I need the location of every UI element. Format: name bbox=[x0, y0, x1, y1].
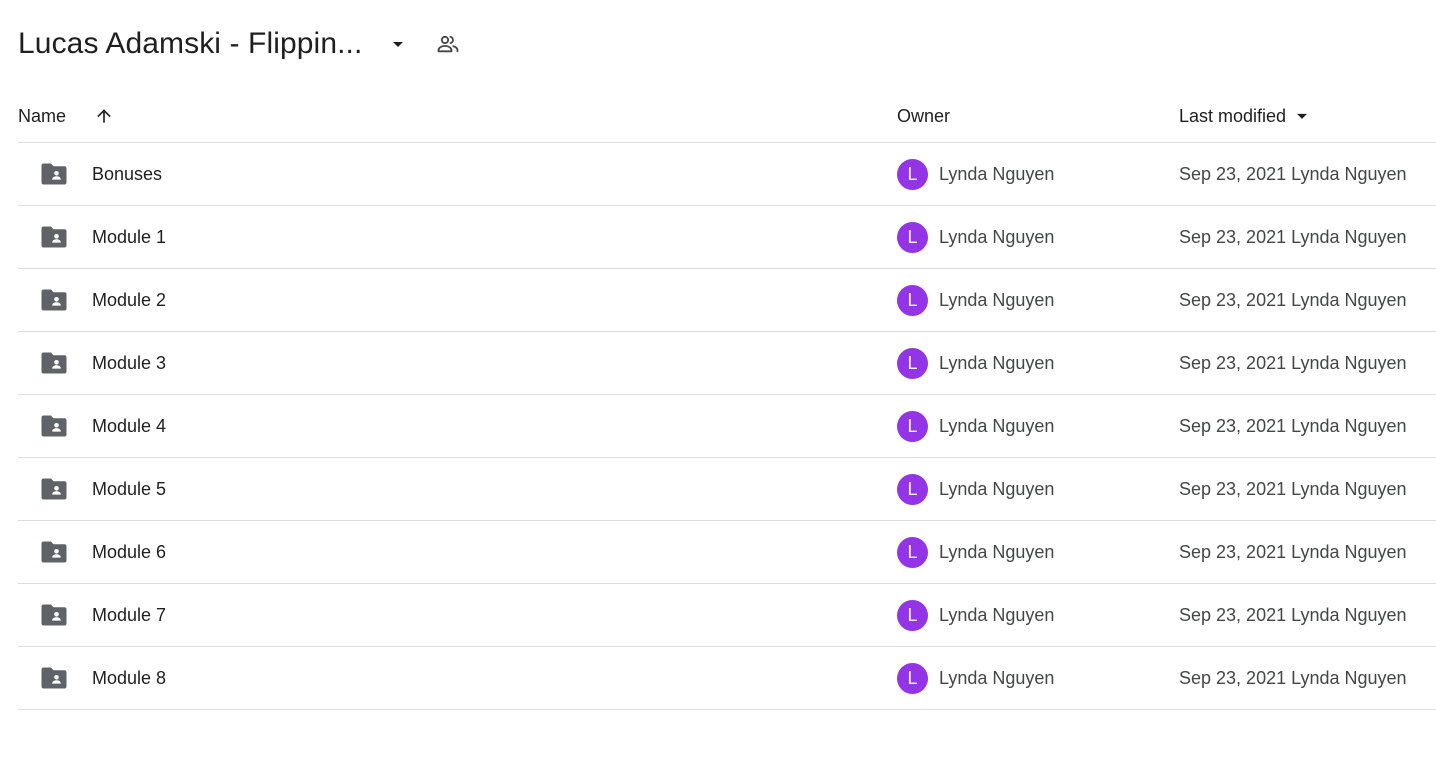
item-name: Bonuses bbox=[92, 163, 163, 184]
column-header-row: Name Owner Last modified bbox=[18, 90, 1436, 143]
modified-cell: Sep 23, 2021 Lynda Nguyen bbox=[1179, 479, 1436, 500]
owner-name: Lynda Nguyen bbox=[939, 289, 1055, 310]
avatar: L bbox=[897, 347, 928, 379]
shared-folder-icon bbox=[40, 666, 68, 690]
owner-name: Lynda Nguyen bbox=[939, 352, 1055, 373]
modified-cell: Sep 23, 2021 Lynda Nguyen bbox=[1179, 353, 1436, 374]
table-row[interactable]: Module 3 L Lynda Nguyen Sep 23, 2021 Lyn… bbox=[18, 332, 1436, 395]
people-icon[interactable] bbox=[428, 24, 468, 64]
avatar: L bbox=[897, 284, 928, 316]
shared-folder-icon bbox=[40, 414, 68, 438]
table-row[interactable]: Module 2 L Lynda Nguyen Sep 23, 2021 Lyn… bbox=[18, 269, 1436, 332]
name-column-header[interactable]: Name bbox=[18, 104, 897, 128]
shared-folder-icon bbox=[40, 603, 68, 627]
name-cell: Module 2 bbox=[18, 288, 897, 312]
shared-folder-icon bbox=[40, 477, 68, 501]
modified-text: Sep 23, 2021 Lynda Nguyen bbox=[1179, 289, 1407, 310]
owner-name: Lynda Nguyen bbox=[939, 541, 1055, 562]
table-row[interactable]: Module 8 L Lynda Nguyen Sep 23, 2021 Lyn… bbox=[18, 647, 1436, 710]
avatar: L bbox=[897, 473, 928, 505]
drive-folder-view: Lucas Adamski - Flippin... Name Owner La… bbox=[0, 0, 1436, 764]
name-column-label: Name bbox=[18, 105, 67, 126]
file-rows: Bonuses L Lynda Nguyen Sep 23, 2021 Lynd… bbox=[18, 143, 1436, 710]
shared-folder-icon bbox=[40, 288, 68, 312]
owner-column-header[interactable]: Owner bbox=[897, 106, 1179, 127]
folder-title[interactable]: Lucas Adamski - Flippin... bbox=[18, 27, 362, 61]
table-row[interactable]: Module 5 L Lynda Nguyen Sep 23, 2021 Lyn… bbox=[18, 458, 1436, 521]
caret-down-icon[interactable] bbox=[1292, 106, 1312, 126]
shared-folder-icon bbox=[40, 351, 68, 375]
modified-text: Sep 23, 2021 Lynda Nguyen bbox=[1179, 415, 1407, 436]
name-cell: Module 4 bbox=[18, 414, 897, 438]
owner-name: Lynda Nguyen bbox=[939, 604, 1055, 625]
last-modified-column-header[interactable]: Last modified bbox=[1179, 106, 1436, 127]
modified-text: Sep 23, 2021 Lynda Nguyen bbox=[1179, 541, 1407, 562]
owner-name: Lynda Nguyen bbox=[939, 163, 1055, 184]
avatar: L bbox=[897, 599, 928, 631]
modified-text: Sep 23, 2021 Lynda Nguyen bbox=[1179, 478, 1407, 499]
file-list: Name Owner Last modified Bonuses L Lynda… bbox=[18, 90, 1436, 710]
table-row[interactable]: Module 6 L Lynda Nguyen Sep 23, 2021 Lyn… bbox=[18, 521, 1436, 584]
owner-cell: L Lynda Nguyen bbox=[897, 284, 1179, 316]
shared-folder-icon bbox=[40, 225, 68, 249]
item-name: Module 7 bbox=[92, 604, 167, 625]
modified-cell: Sep 23, 2021 Lynda Nguyen bbox=[1179, 542, 1436, 563]
modified-cell: Sep 23, 2021 Lynda Nguyen bbox=[1179, 227, 1436, 248]
name-cell: Module 5 bbox=[18, 477, 897, 501]
owner-name: Lynda Nguyen bbox=[939, 667, 1055, 688]
item-name: Module 4 bbox=[92, 415, 167, 436]
table-row[interactable]: Module 7 L Lynda Nguyen Sep 23, 2021 Lyn… bbox=[18, 584, 1436, 647]
owner-cell: L Lynda Nguyen bbox=[897, 536, 1179, 568]
owner-column-label: Owner bbox=[897, 105, 951, 126]
owner-cell: L Lynda Nguyen bbox=[897, 662, 1179, 694]
name-cell: Module 3 bbox=[18, 351, 897, 375]
item-name: Module 8 bbox=[92, 667, 167, 688]
owner-cell: L Lynda Nguyen bbox=[897, 599, 1179, 631]
name-cell: Module 6 bbox=[18, 540, 897, 564]
modified-text: Sep 23, 2021 Lynda Nguyen bbox=[1179, 352, 1407, 373]
modified-text: Sep 23, 2021 Lynda Nguyen bbox=[1179, 604, 1407, 625]
modified-text: Sep 23, 2021 Lynda Nguyen bbox=[1179, 667, 1407, 688]
modified-cell: Sep 23, 2021 Lynda Nguyen bbox=[1179, 605, 1436, 626]
sort-ascending-arrow-icon[interactable] bbox=[92, 104, 116, 128]
modified-cell: Sep 23, 2021 Lynda Nguyen bbox=[1179, 668, 1436, 689]
avatar: L bbox=[897, 221, 928, 253]
owner-cell: L Lynda Nguyen bbox=[897, 221, 1179, 253]
avatar: L bbox=[897, 662, 928, 694]
avatar: L bbox=[897, 410, 928, 442]
item-name: Module 6 bbox=[92, 541, 167, 562]
avatar: L bbox=[897, 158, 928, 190]
item-name: Module 2 bbox=[92, 289, 167, 310]
owner-cell: L Lynda Nguyen bbox=[897, 347, 1179, 379]
name-cell: Module 7 bbox=[18, 603, 897, 627]
modified-cell: Sep 23, 2021 Lynda Nguyen bbox=[1179, 290, 1436, 311]
name-cell: Module 8 bbox=[18, 666, 897, 690]
owner-cell: L Lynda Nguyen bbox=[897, 158, 1179, 190]
modified-text: Sep 23, 2021 Lynda Nguyen bbox=[1179, 163, 1407, 184]
name-cell: Bonuses bbox=[18, 162, 897, 186]
owner-cell: L Lynda Nguyen bbox=[897, 473, 1179, 505]
shared-folder-icon bbox=[40, 540, 68, 564]
avatar: L bbox=[897, 536, 928, 568]
title-bar: Lucas Adamski - Flippin... bbox=[18, 22, 468, 66]
owner-name: Lynda Nguyen bbox=[939, 478, 1055, 499]
table-row[interactable]: Module 4 L Lynda Nguyen Sep 23, 2021 Lyn… bbox=[18, 395, 1436, 458]
owner-name: Lynda Nguyen bbox=[939, 415, 1055, 436]
name-cell: Module 1 bbox=[18, 225, 897, 249]
table-row[interactable]: Module 1 L Lynda Nguyen Sep 23, 2021 Lyn… bbox=[18, 206, 1436, 269]
last-modified-column-label: Last modified bbox=[1179, 105, 1287, 126]
modified-cell: Sep 23, 2021 Lynda Nguyen bbox=[1179, 416, 1436, 437]
modified-text: Sep 23, 2021 Lynda Nguyen bbox=[1179, 226, 1407, 247]
item-name: Module 1 bbox=[92, 226, 167, 247]
item-name: Module 5 bbox=[92, 478, 167, 499]
table-row[interactable]: Bonuses L Lynda Nguyen Sep 23, 2021 Lynd… bbox=[18, 143, 1436, 206]
owner-name: Lynda Nguyen bbox=[939, 226, 1055, 247]
arrow-drop-down-icon[interactable] bbox=[378, 24, 418, 64]
shared-folder-icon bbox=[40, 162, 68, 186]
item-name: Module 3 bbox=[92, 352, 167, 373]
owner-cell: L Lynda Nguyen bbox=[897, 410, 1179, 442]
modified-cell: Sep 23, 2021 Lynda Nguyen bbox=[1179, 164, 1436, 185]
